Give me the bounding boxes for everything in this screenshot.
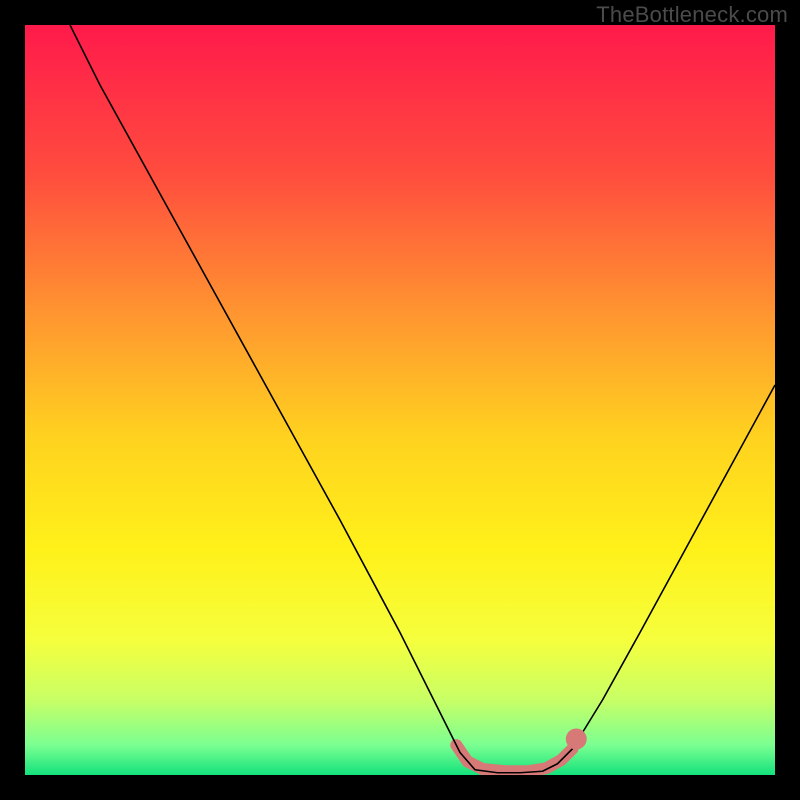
chart-background	[25, 25, 775, 775]
chart-plot-area	[25, 25, 775, 775]
chart-frame: TheBottleneck.com	[0, 0, 800, 800]
attribution-label: TheBottleneck.com	[596, 2, 788, 28]
marker-dot	[566, 728, 587, 749]
chart-svg	[25, 25, 775, 775]
